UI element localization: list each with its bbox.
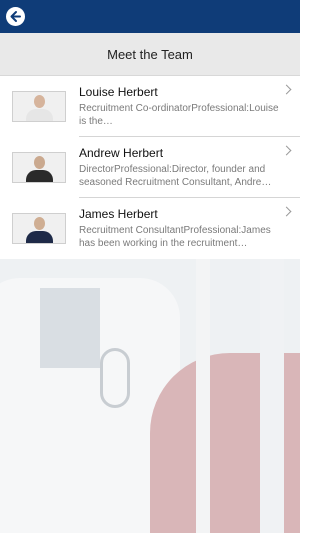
top-bar [0,0,300,33]
team-member-description: Recruitment Co-ordinatorProfessional:Lou… [79,103,279,127]
avatar-head [34,156,45,169]
avatar-head [34,217,45,230]
team-member-name: Louise Herbert [79,85,158,99]
background-stethoscope [100,348,130,408]
team-member-name: Andrew Herbert [79,146,164,160]
team-member-andrew[interactable]: Andrew Herbert DirectorProfessional:Dire… [0,137,300,198]
team-member-description: DirectorProfessional:Director, founder a… [79,164,272,188]
background-pillar [196,258,210,533]
avatar-body [26,109,53,121]
page-title: Meet the Team [107,46,193,62]
back-arrow-icon[interactable] [6,7,25,26]
background-shirt [40,288,100,368]
team-member-text: James Herbert Recruitment ConsultantProf… [79,207,287,250]
background-pillar [260,258,284,533]
team-list: Louise Herbert Recruitment Co-ordinatorP… [0,76,300,259]
avatar-body [26,170,53,182]
team-member-name: James Herbert [79,207,158,221]
avatar [12,91,66,122]
team-member-text: Andrew Herbert DirectorProfessional:Dire… [79,146,287,189]
avatar-head [34,95,45,108]
team-member-description: Recruitment ConsultantProfessional:James… [79,225,271,249]
avatar [12,152,66,183]
avatar-body [26,231,53,243]
avatar [12,213,66,244]
page-title-bar: Meet the Team [0,33,300,76]
team-member-louise[interactable]: Louise Herbert Recruitment Co-ordinatorP… [0,76,300,137]
team-member-text: Louise Herbert Recruitment Co-ordinatorP… [79,85,287,128]
team-member-james[interactable]: James Herbert Recruitment ConsultantProf… [0,198,300,259]
background-image [0,258,300,533]
